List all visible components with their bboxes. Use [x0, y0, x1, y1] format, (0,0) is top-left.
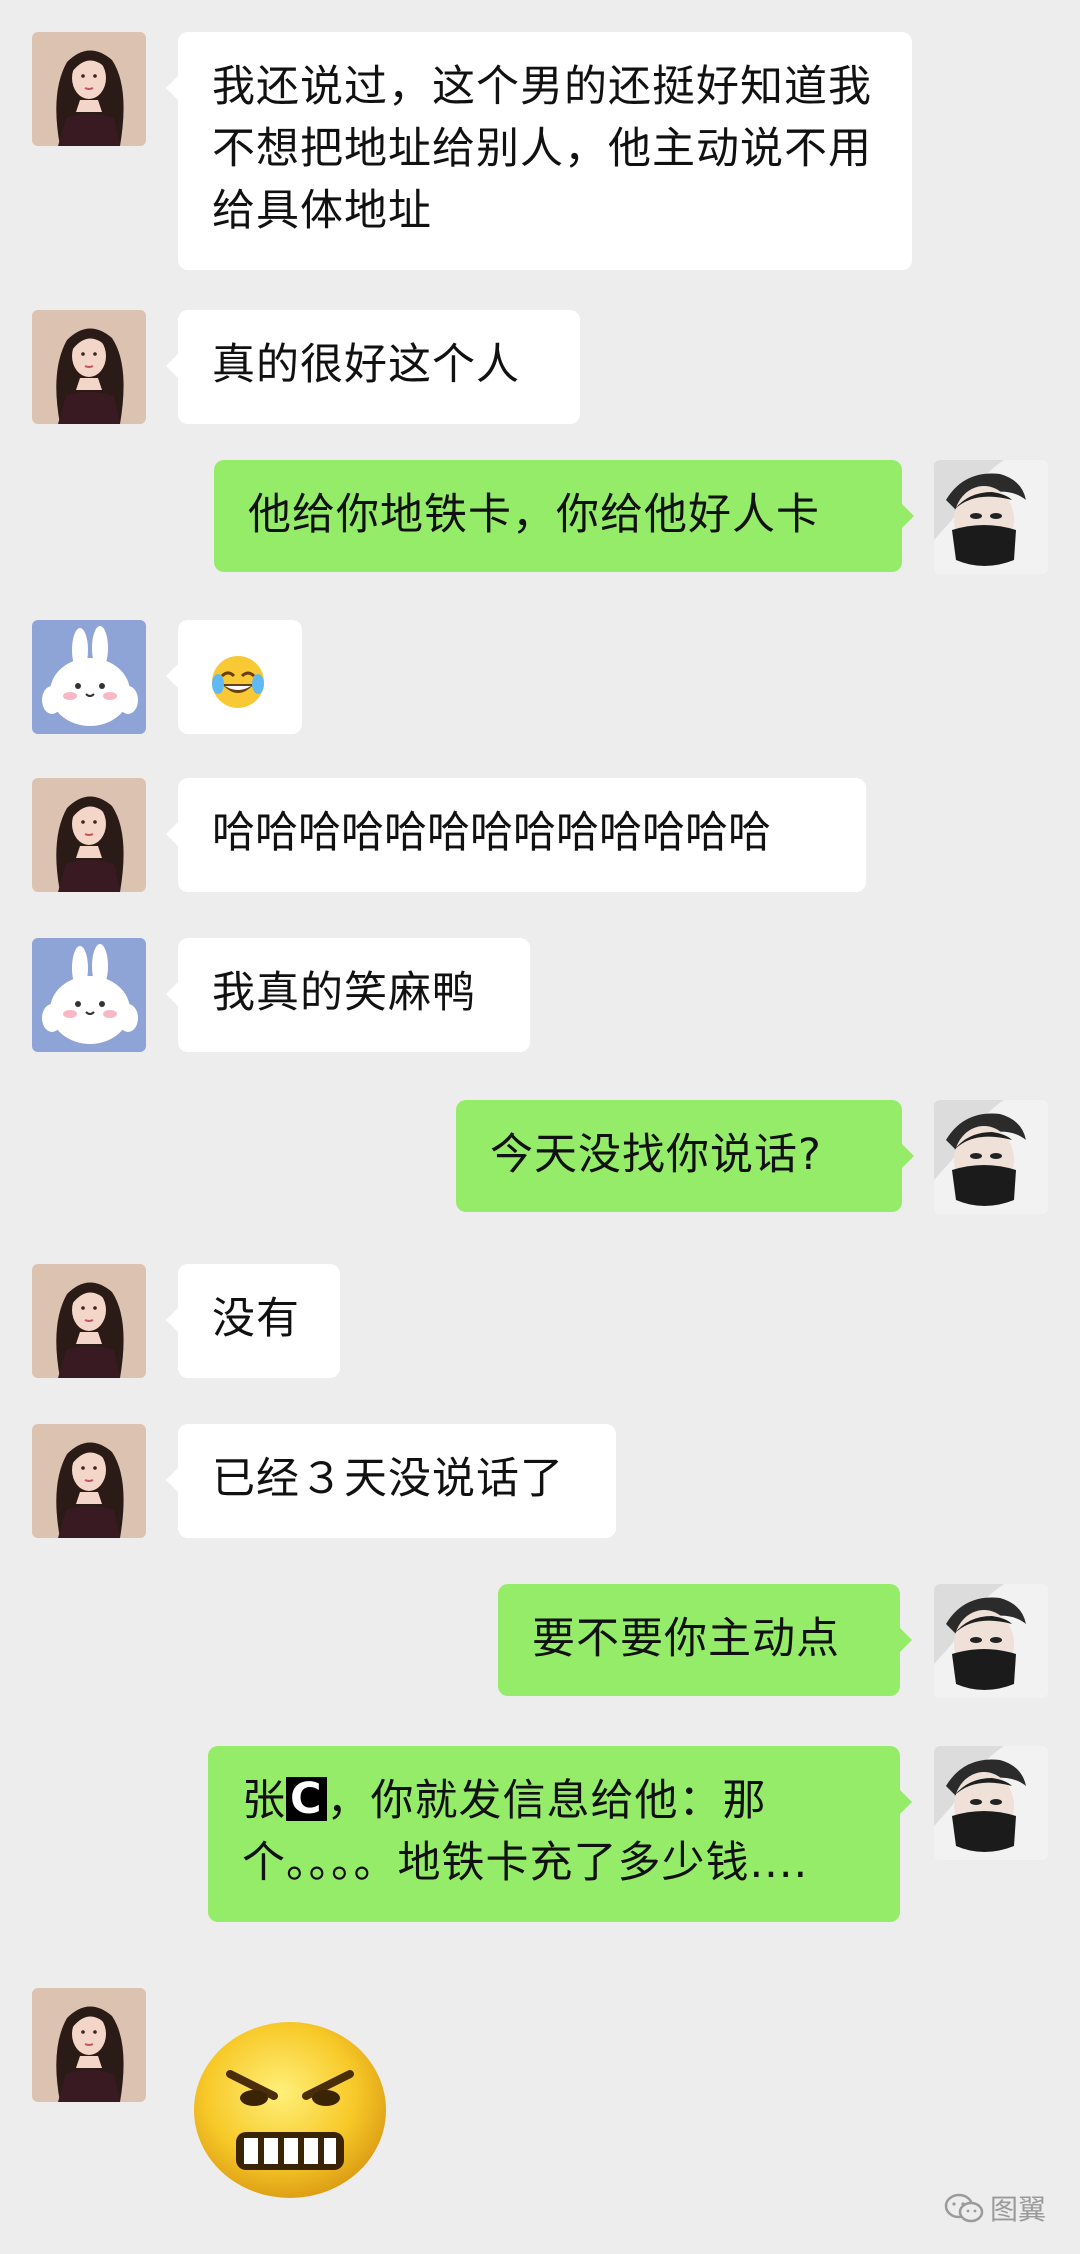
message-bubble[interactable]: [166, 620, 302, 734]
boy-masked-avatar[interactable]: [934, 1584, 1048, 1698]
message-bubble[interactable]: 没有: [166, 1264, 340, 1378]
boy-masked-avatar[interactable]: [934, 460, 1048, 574]
angry-face-sticker[interactable]: [190, 2014, 390, 2200]
message-prefix: 张: [242, 1776, 286, 1826]
message-text: ，你就发信息给他：那个。。。。地铁卡充了多少钱....: [242, 1776, 809, 1888]
message-bubble[interactable]: 哈哈哈哈哈哈哈哈哈哈哈哈哈: [166, 778, 866, 892]
girl-avatar[interactable]: [32, 310, 146, 424]
message-bubble[interactable]: 张C，你就发信息给他：那个。。。。地铁卡充了多少钱....: [208, 1746, 912, 1922]
message-bubble[interactable]: 我还说过，这个男的还挺好知道我不想把地址给别人，他主动说不用给具体地址: [166, 32, 912, 270]
message-bubble[interactable]: 我真的笑麻鸭: [166, 938, 530, 1052]
message-bubble[interactable]: 真的很好这个人: [166, 310, 580, 424]
rabbit-avatar[interactable]: [32, 620, 146, 734]
wechat-icon: [944, 2193, 984, 2223]
watermark-text: 图翼: [990, 2193, 1047, 2226]
tears-of-joy-emoji: [212, 655, 264, 708]
message-bubble[interactable]: 今天没找你说话?: [456, 1100, 914, 1212]
girl-avatar[interactable]: [32, 1264, 146, 1378]
message-bubble[interactable]: 他给你地铁卡，你给他好人卡: [214, 460, 914, 572]
redacted-name: C: [286, 1777, 327, 1821]
girl-avatar[interactable]: [32, 32, 146, 146]
message-bubble[interactable]: 已经３天没说话了: [166, 1424, 616, 1538]
watermark: 图翼: [944, 2188, 1046, 2228]
boy-masked-avatar[interactable]: [934, 1746, 1048, 1860]
girl-avatar[interactable]: [32, 1424, 146, 1538]
rabbit-avatar[interactable]: [32, 938, 146, 1052]
girl-avatar[interactable]: [32, 1988, 146, 2102]
girl-avatar[interactable]: [32, 778, 146, 892]
message-bubble[interactable]: 要不要你主动点: [498, 1584, 912, 1696]
boy-masked-avatar[interactable]: [934, 1100, 1048, 1214]
chat-window: 我还说过，这个男的还挺好知道我不想把地址给别人，他主动说不用给具体地址 真的很好…: [0, 0, 1080, 2254]
